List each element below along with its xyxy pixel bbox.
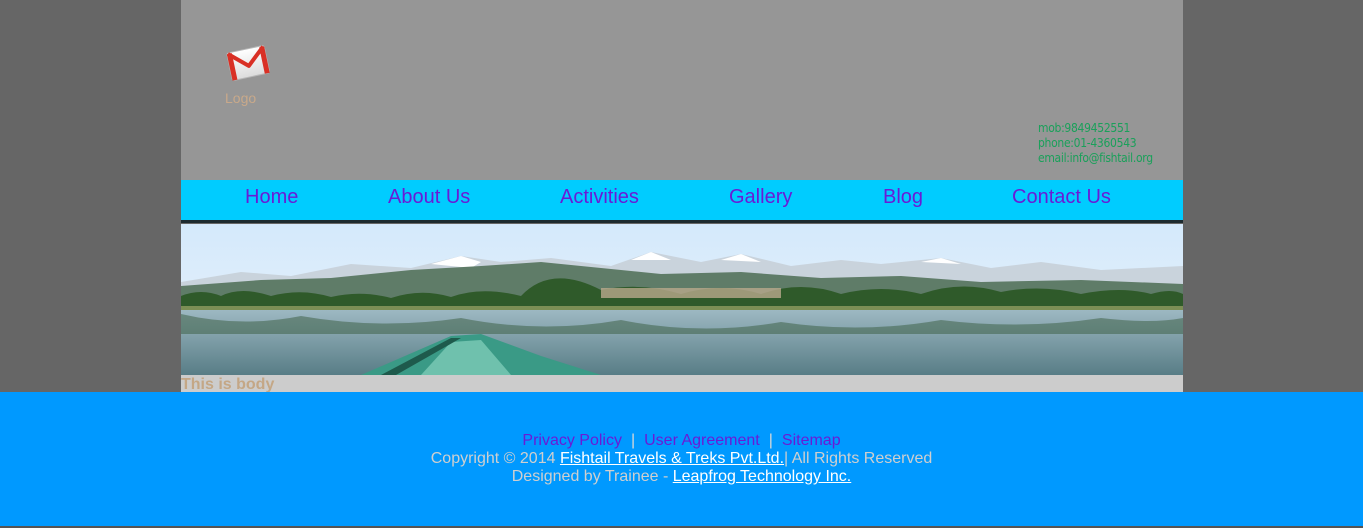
footer-separator: | xyxy=(768,432,773,449)
footer-content: Privacy Policy | User Agreement | Sitemap Co… xyxy=(0,432,1363,486)
header: Logo mob:9849452551 phone:01-4360543 ema… xyxy=(181,0,1183,180)
banner-image xyxy=(181,224,1183,375)
nav-about-us[interactable]: About Us xyxy=(388,186,470,209)
gmail-envelope-icon[interactable] xyxy=(226,40,270,84)
contact-mobile: mob:9849452551 xyxy=(1038,121,1131,135)
contact-phone: phone:01-4360543 xyxy=(1038,136,1137,150)
privacy-policy-link[interactable]: Privacy Policy xyxy=(522,432,622,449)
nav-activities[interactable]: Activities xyxy=(560,186,639,209)
designed-prefix: Designed by Trainee - xyxy=(511,468,669,485)
user-agreement-link[interactable]: User Agreement xyxy=(644,432,760,449)
nav-contact-us[interactable]: Contact Us xyxy=(1012,186,1111,209)
main-nav: Home About Us Activities Gallery Blog Co… xyxy=(181,180,1183,223)
nav-home[interactable]: Home xyxy=(245,186,298,209)
site-wrapper: Logo mob:9849452551 phone:01-4360543 ema… xyxy=(181,0,1183,393)
contact-info: mob:9849452551 phone:01-4360543 email:in… xyxy=(1038,121,1153,166)
page: Logo mob:9849452551 phone:01-4360543 ema… xyxy=(0,0,1363,528)
footer: Privacy Policy | User Agreement | Sitemap Co… xyxy=(0,392,1363,526)
logo-label: Logo xyxy=(225,90,257,106)
designed-by-line: Designed by Trainee - Leapfrog Technolog… xyxy=(0,468,1363,486)
footer-links: Privacy Policy | User Agreement | Sitemap xyxy=(0,432,1363,450)
nav-blog[interactable]: Blog xyxy=(883,186,923,209)
copyright-prefix: Copyright © 2014 xyxy=(430,450,556,467)
designer-link[interactable]: Leapfrog Technology Inc. xyxy=(673,468,852,485)
nav-gallery[interactable]: Gallery xyxy=(729,186,792,209)
rights-text: | All Rights Reserved xyxy=(784,450,933,467)
company-link[interactable]: Fishtail Travels & Treks Pvt.Ltd. xyxy=(560,450,784,467)
copyright-line: Copyright © 2014 Fishtail Travels & Trek… xyxy=(0,450,1363,468)
footer-separator: | xyxy=(630,432,636,449)
body-section: This is body xyxy=(181,375,1183,393)
contact-email: email:info@fishtail.org xyxy=(1038,151,1153,165)
sitemap-link[interactable]: Sitemap xyxy=(782,432,841,449)
